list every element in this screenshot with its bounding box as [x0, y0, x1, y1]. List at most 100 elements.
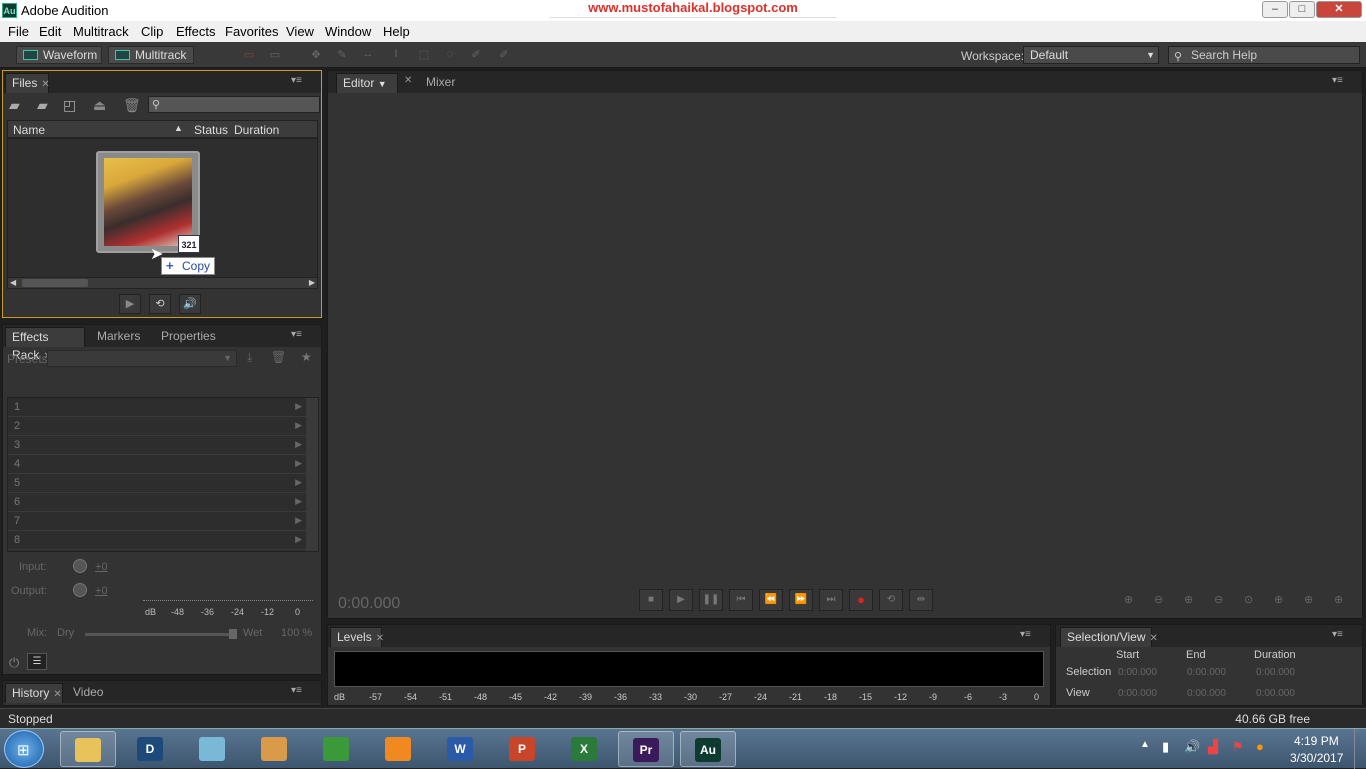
- skip-to-start-button[interactable]: ⏮: [729, 589, 753, 611]
- presets-select[interactable]: ▼: [47, 350, 237, 367]
- view-start-value[interactable]: 0:00.000: [1118, 688, 1157, 699]
- tab-history[interactable]: History ✕: [5, 683, 63, 703]
- view-duration-value[interactable]: 0:00.000: [1256, 688, 1295, 699]
- maximize-button[interactable]: □: [1289, 1, 1315, 18]
- spot-healing-icon[interactable]: ✐: [496, 48, 512, 62]
- tab-markers[interactable]: Markers: [91, 327, 140, 347]
- loop-preview-button[interactable]: ⟲: [149, 294, 171, 314]
- menu-multitrack[interactable]: Multitrack: [73, 24, 129, 39]
- network-icon[interactable]: ▟: [1208, 739, 1218, 755]
- zoom-selection-icon[interactable]: ⊕: [1304, 593, 1313, 606]
- zoom-out-full-icon[interactable]: ⊙: [1244, 593, 1253, 606]
- effect-slot[interactable]: 5 ▶: [8, 474, 308, 493]
- slip-tool-icon[interactable]: ↔: [360, 48, 376, 62]
- chevron-right-icon[interactable]: ▶: [295, 496, 302, 507]
- scroll-right-icon[interactable]: ▶: [309, 278, 315, 287]
- tab-selection-view[interactable]: Selection/View ✕: [1060, 627, 1158, 647]
- close-icon[interactable]: ✕: [404, 75, 412, 86]
- taskbar-app-premiere[interactable]: Pr: [618, 731, 674, 767]
- editor-canvas[interactable]: 0:00.000 ■ ▶ ❚❚ ⏮ ⏪ ⏩ ⏭ ● ⟲ ⇹ ⊕ ⊖ ⊕ ⊖ ⊙ …: [328, 93, 1362, 618]
- spectral-frequency-icon[interactable]: ▭: [241, 48, 257, 62]
- workspace-select[interactable]: Default ▼: [1023, 46, 1159, 64]
- effect-slot[interactable]: 4 ▶: [8, 455, 308, 474]
- panel-menu-icon[interactable]: ▾≡: [1332, 75, 1346, 86]
- files-horizontal-scrollbar[interactable]: ◀ ▶: [7, 277, 318, 289]
- show-desktop-button[interactable]: [1354, 729, 1366, 769]
- autoplay-button[interactable]: 🔊: [179, 294, 201, 314]
- spectral-pitch-icon[interactable]: ▭: [267, 48, 283, 62]
- multitrack-button[interactable]: Multitrack: [108, 46, 194, 64]
- tab-editor[interactable]: Editor ▼: [336, 73, 398, 93]
- effect-slot[interactable]: 7 ▶: [8, 512, 308, 531]
- clock-date[interactable]: 3/30/2017: [1290, 751, 1343, 765]
- zoom-out-amplitude-icon[interactable]: ⊖: [1154, 593, 1163, 606]
- zoom-in-time-icon[interactable]: ⊕: [1184, 593, 1193, 606]
- input-value[interactable]: +0: [95, 561, 108, 573]
- rewind-button[interactable]: ⏪: [759, 589, 783, 611]
- tab-video[interactable]: Video: [67, 683, 103, 703]
- close-icon[interactable]: ✕: [53, 689, 61, 700]
- menu-edit[interactable]: Edit: [39, 24, 61, 39]
- sort-ascending-icon[interactable]: ▲: [174, 123, 183, 133]
- taskbar-app-file-explorer[interactable]: [60, 731, 116, 767]
- taskbar-app-chrome[interactable]: [308, 731, 364, 767]
- import-file-icon[interactable]: ▰: [37, 97, 48, 114]
- effect-slot[interactable]: 1 ▶: [8, 398, 308, 417]
- loop-playback-button[interactable]: ⟲: [879, 589, 903, 611]
- column-duration[interactable]: Duration: [234, 123, 279, 137]
- skip-selection-button[interactable]: ⇹: [909, 589, 933, 611]
- stop-button[interactable]: ■: [639, 589, 663, 611]
- zoom-in-amplitude-icon[interactable]: ⊕: [1124, 593, 1133, 606]
- play-preview-button[interactable]: ▶: [119, 294, 141, 314]
- panel-menu-icon[interactable]: ▾≡: [1332, 629, 1346, 640]
- fast-forward-button[interactable]: ⏩: [789, 589, 813, 611]
- tab-mixer[interactable]: Mixer: [420, 73, 455, 93]
- chevron-down-icon[interactable]: ▼: [378, 79, 387, 89]
- scrollbar-thumb[interactable]: [22, 279, 88, 287]
- brush-tool-icon[interactable]: ✐: [468, 48, 484, 62]
- column-name[interactable]: Name: [13, 123, 45, 137]
- close-button[interactable]: ✕: [1316, 1, 1362, 18]
- taskbar-app-uc-browser[interactable]: [370, 731, 426, 767]
- close-icon[interactable]: ✕: [376, 633, 384, 644]
- view-end-value[interactable]: 0:00.000: [1187, 688, 1226, 699]
- chevron-right-icon[interactable]: ▶: [295, 534, 302, 545]
- menu-view[interactable]: View: [286, 24, 314, 39]
- effects-vertical-scrollbar[interactable]: [306, 398, 318, 551]
- tab-files[interactable]: Files ✕: [5, 73, 50, 93]
- menu-favorites[interactable]: Favorites: [225, 24, 278, 39]
- skip-to-end-button[interactable]: ⏭: [819, 589, 843, 611]
- new-file-icon[interactable]: ◰: [63, 97, 76, 114]
- taskbar-app-dictionary[interactable]: D: [122, 731, 178, 767]
- favorite-star-icon[interactable]: ★: [301, 350, 312, 364]
- start-button[interactable]: ⊞: [4, 730, 44, 768]
- panel-menu-icon[interactable]: ▾≡: [291, 75, 305, 86]
- show-hidden-icons-icon[interactable]: ▲: [1140, 739, 1150, 750]
- selection-end-value[interactable]: 0:00.000: [1187, 667, 1226, 678]
- input-knob[interactable]: [73, 559, 87, 573]
- clock-time[interactable]: 4:19 PM: [1294, 734, 1339, 748]
- time-selection-tool-icon[interactable]: I: [388, 48, 404, 62]
- save-preset-icon[interactable]: ⤓: [247, 350, 252, 365]
- waveform-button[interactable]: Waveform: [16, 46, 102, 64]
- chevron-right-icon[interactable]: ▶: [295, 458, 302, 469]
- scroll-left-icon[interactable]: ◀: [10, 278, 16, 287]
- close-icon[interactable]: ✕: [41, 79, 49, 90]
- chevron-right-icon[interactable]: ▶: [295, 420, 302, 431]
- power-icon[interactable]: ⏻: [9, 655, 19, 671]
- panel-menu-icon[interactable]: ▾≡: [1020, 629, 1034, 640]
- trash-icon[interactable]: 🗑: [123, 97, 141, 114]
- close-icon[interactable]: ✕: [1150, 633, 1158, 644]
- delete-preset-icon[interactable]: 🗑: [271, 350, 286, 364]
- panel-menu-icon[interactable]: ▾≡: [291, 329, 305, 340]
- selection-start-value[interactable]: 0:00.000: [1118, 667, 1157, 678]
- avast-icon[interactable]: ●: [1256, 739, 1264, 754]
- record-button[interactable]: ●: [849, 589, 873, 611]
- tab-levels[interactable]: Levels ✕: [330, 627, 384, 647]
- tab-effects-rack[interactable]: Effects Rack✕: [5, 327, 85, 362]
- marquee-tool-icon[interactable]: ⬚: [416, 48, 432, 62]
- tab-properties[interactable]: Properties: [155, 327, 216, 347]
- effect-slot[interactable]: 2 ▶: [8, 417, 308, 436]
- lasso-tool-icon[interactable]: ◌: [442, 48, 458, 62]
- taskbar-app-word[interactable]: W: [432, 731, 488, 767]
